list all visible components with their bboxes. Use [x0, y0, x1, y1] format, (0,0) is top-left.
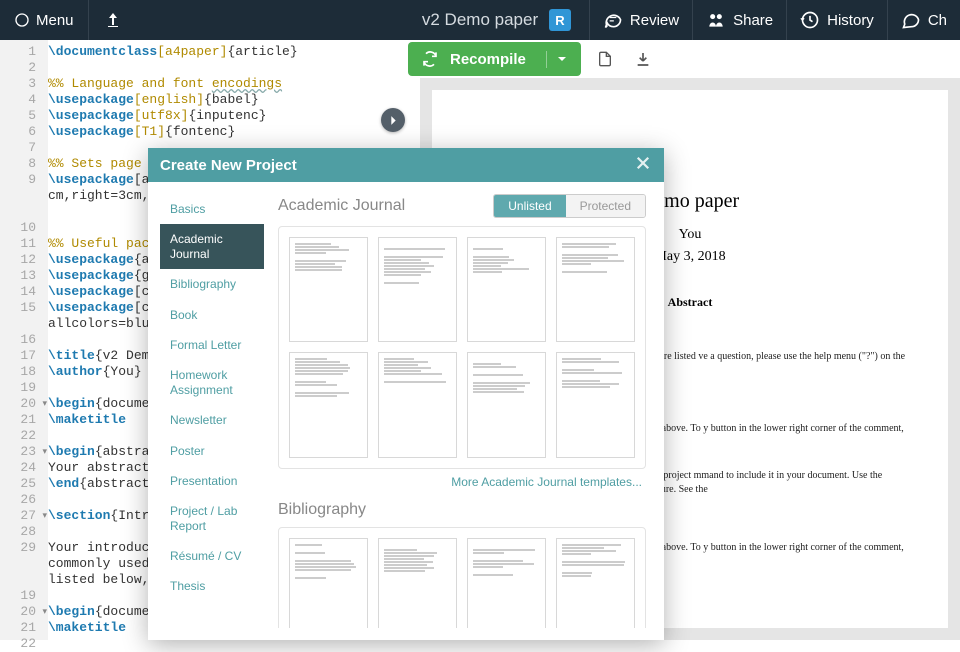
chat-label: Ch [928, 12, 947, 29]
menu-icon [14, 12, 30, 28]
template-list[interactable]: Academic Journal UnlistedProtected More Ac… [278, 194, 652, 628]
modal-title: Create New Project [160, 157, 297, 174]
review-icon [603, 10, 623, 30]
template-thumbnail[interactable] [556, 237, 635, 342]
user-badge[interactable]: R [549, 9, 571, 31]
history-icon [800, 10, 820, 30]
more-templates-link[interactable]: More Academic Journal templates... [278, 473, 646, 501]
section-heading: Bibliography [278, 501, 366, 519]
sidebar-item-homework-assignment[interactable]: Homework Assignment [160, 360, 264, 405]
menu-button[interactable]: Menu [0, 0, 88, 40]
share-label: Share [733, 12, 773, 29]
sidebar-item-project-lab-report[interactable]: Project / Lab Report [160, 496, 264, 541]
sidebar-item-newsletter[interactable]: Newsletter [160, 405, 264, 435]
template-thumbnail[interactable] [467, 352, 546, 457]
share-icon [706, 10, 726, 30]
sidebar-item-academic-journal[interactable]: Academic Journal [160, 224, 264, 269]
chevron-down-icon [557, 54, 567, 64]
recompile-button[interactable]: Recompile [408, 42, 581, 76]
template-thumbnail[interactable] [556, 352, 635, 457]
up-button[interactable] [89, 0, 137, 40]
topbar-actions: R Review Share History Ch [549, 0, 960, 40]
preview-toolbar: Recompile [400, 40, 960, 78]
section-heading: Academic Journal [278, 197, 405, 215]
document-title[interactable]: v2 Demo paper [422, 10, 538, 30]
template-thumbnail[interactable] [289, 352, 368, 457]
share-button[interactable]: Share [693, 0, 786, 40]
sidebar-item-book[interactable]: Book [160, 300, 264, 330]
template-thumbnail[interactable] [467, 237, 546, 342]
download-button[interactable] [629, 45, 657, 73]
sidebar-item-thesis[interactable]: Thesis [160, 571, 264, 601]
menu-label: Menu [36, 12, 74, 29]
template-thumbnail[interactable] [378, 538, 457, 628]
file-icon [597, 50, 613, 68]
template-thumbnail[interactable] [556, 538, 635, 628]
chat-icon [901, 10, 921, 30]
toggle-protected[interactable]: Protected [566, 195, 645, 217]
create-project-modal: Create New Project BasicsAcademic Journa… [148, 148, 664, 640]
sidebar-item-r-sum-cv[interactable]: Résumé / CV [160, 541, 264, 571]
topbar: Menu v2 Demo paper R Review Share Histor… [0, 0, 960, 40]
sidebar-item-formal-letter[interactable]: Formal Letter [160, 330, 264, 360]
template-thumbnail[interactable] [378, 352, 457, 457]
download-icon [635, 51, 651, 67]
logs-button[interactable] [591, 45, 619, 73]
recompile-label: Recompile [450, 51, 526, 68]
line-numbers: 1234567891011121314151617181920▾212223▾2… [0, 40, 48, 640]
template-grid [278, 226, 646, 469]
modal-close-button[interactable] [634, 154, 652, 176]
visibility-toggle[interactable]: UnlistedProtected [493, 194, 646, 218]
toggle-unlisted[interactable]: Unlisted [494, 195, 565, 217]
modal-header: Create New Project [148, 148, 664, 182]
history-button[interactable]: History [787, 0, 887, 40]
review-label: Review [630, 12, 679, 29]
sidebar-item-presentation[interactable]: Presentation [160, 466, 264, 496]
close-icon [634, 154, 652, 172]
refresh-icon [422, 51, 438, 67]
sidebar-item-poster[interactable]: Poster [160, 436, 264, 466]
pane-toggle-button[interactable] [381, 108, 405, 132]
chevron-right-icon [388, 115, 399, 126]
review-button[interactable]: Review [590, 0, 692, 40]
sidebar-item-bibliography[interactable]: Bibliography [160, 269, 264, 299]
template-thumbnail[interactable] [378, 237, 457, 342]
upload-icon [107, 13, 119, 27]
template-thumbnail[interactable] [289, 237, 368, 342]
template-grid [278, 527, 646, 628]
recompile-dropdown[interactable] [546, 51, 567, 68]
sidebar-item-basics[interactable]: Basics [160, 194, 264, 224]
history-label: History [827, 12, 874, 29]
template-category-sidebar: BasicsAcademic JournalBibliographyBookFo… [160, 194, 264, 628]
template-thumbnail[interactable] [467, 538, 546, 628]
template-thumbnail[interactable] [289, 538, 368, 628]
chat-button[interactable]: Ch [888, 0, 960, 40]
